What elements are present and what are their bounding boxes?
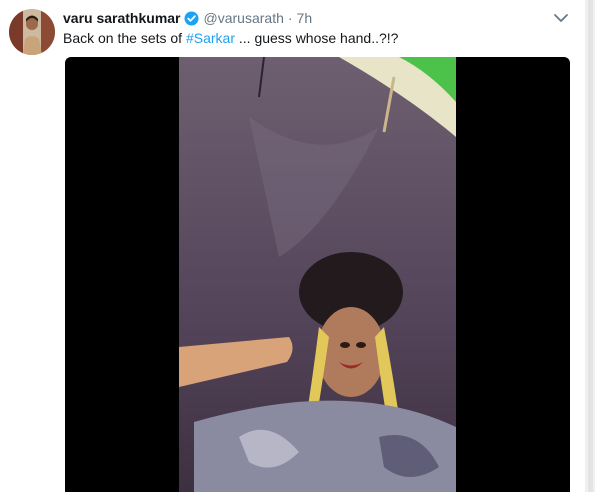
tweet-text: Back on the sets of #Sarkar ... guess wh…	[63, 29, 398, 47]
scrollbar-thumb[interactable]	[588, 0, 593, 492]
tweet-text-start: Back on the sets of	[63, 30, 186, 46]
video-frame	[179, 57, 456, 492]
tweet-timestamp[interactable]: 7h	[297, 10, 313, 26]
video-player[interactable]	[65, 57, 570, 492]
user-handle[interactable]: @varusarath	[204, 10, 284, 26]
tweet-text-end: ... guess whose hand..?!?	[235, 30, 399, 46]
separator-dot: ·	[287, 10, 293, 26]
tweet-card: varu sarathkumar @varusarath · 7h Back o…	[0, 0, 595, 492]
tweet-header: varu sarathkumar @varusarath · 7h	[63, 8, 312, 28]
avatar[interactable]	[9, 9, 55, 55]
display-name[interactable]: varu sarathkumar	[63, 10, 181, 26]
chevron-down-icon[interactable]	[553, 11, 569, 23]
hashtag-link[interactable]: #Sarkar	[186, 30, 235, 46]
verified-badge-icon	[184, 11, 199, 26]
